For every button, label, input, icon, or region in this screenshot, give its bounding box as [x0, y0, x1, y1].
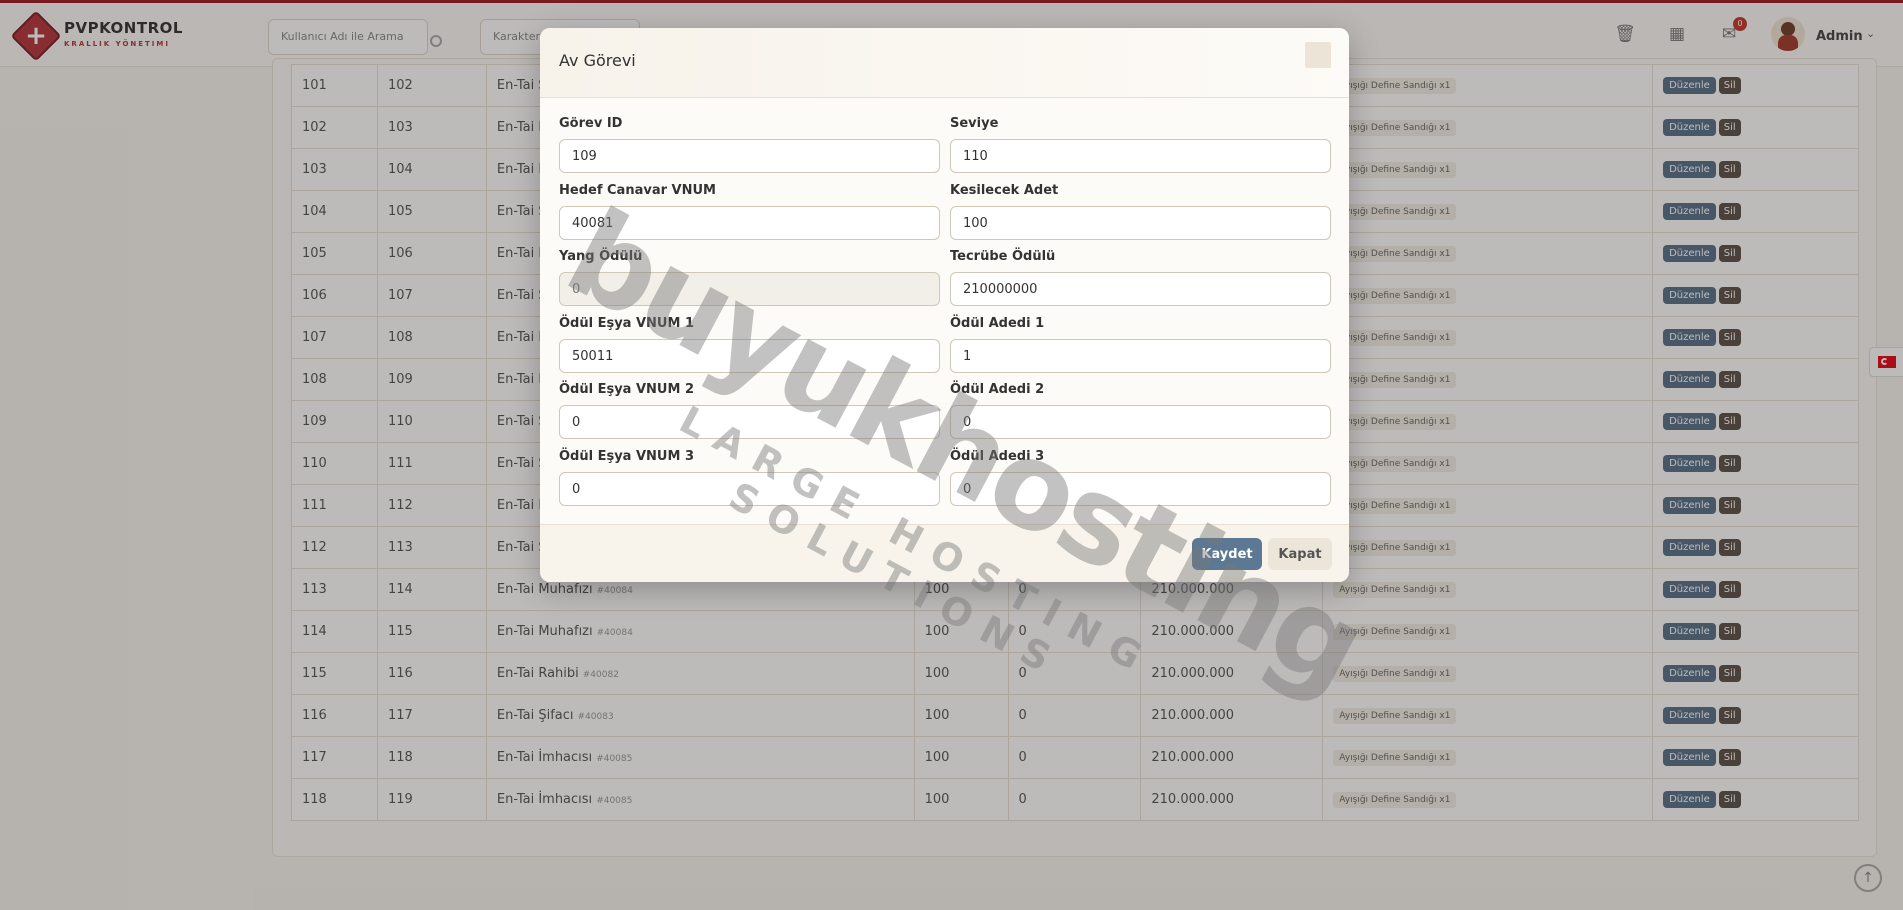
save-button[interactable]: Kaydet [1192, 538, 1262, 570]
hedef-vnum-input[interactable] [559, 206, 940, 240]
seviye-input[interactable] [950, 139, 1331, 173]
close-icon[interactable] [1305, 42, 1331, 68]
modal-footer: Kaydet Kapat [540, 524, 1349, 582]
label-yang-odulu: Yang Ödülü [559, 249, 643, 264]
label-tecrube-odulu: Tecrübe Ödülü [950, 249, 1056, 264]
label-seviye: Seviye [950, 116, 999, 131]
esya-vnum-2-input[interactable] [559, 405, 940, 439]
yang-odulu-input[interactable] [559, 272, 940, 306]
modal-title: Av Görevi [559, 51, 636, 70]
close-button[interactable]: Kapat [1268, 538, 1332, 570]
label-hedef-vnum: Hedef Canavar VNUM [559, 183, 716, 198]
esya-vnum-1-input[interactable] [559, 339, 940, 373]
label-odul-adedi-2: Ödül Adedi 2 [950, 382, 1045, 397]
odul-adedi-2-input[interactable] [950, 405, 1331, 439]
label-kesilecek-adet: Kesilecek Adet [950, 183, 1059, 198]
hunt-quest-modal: Av Görevi Görev ID Seviye Hedef Canavar … [540, 28, 1349, 582]
label-odul-adedi-3: Ödül Adedi 3 [950, 449, 1045, 464]
tecrube-odulu-input[interactable] [950, 272, 1331, 306]
label-esya-vnum-1: Ödül Eşya VNUM 1 [559, 316, 694, 331]
gorev-id-input[interactable] [559, 139, 940, 173]
kesilecek-adet-input[interactable] [950, 206, 1331, 240]
odul-adedi-3-input[interactable] [950, 472, 1331, 506]
modal-header: Av Görevi [540, 28, 1349, 98]
odul-adedi-1-input[interactable] [950, 339, 1331, 373]
esya-vnum-3-input[interactable] [559, 472, 940, 506]
label-esya-vnum-2: Ödül Eşya VNUM 2 [559, 382, 694, 397]
label-gorev-id: Görev ID [559, 116, 623, 131]
label-esya-vnum-3: Ödül Eşya VNUM 3 [559, 449, 694, 464]
label-odul-adedi-1: Ödül Adedi 1 [950, 316, 1045, 331]
